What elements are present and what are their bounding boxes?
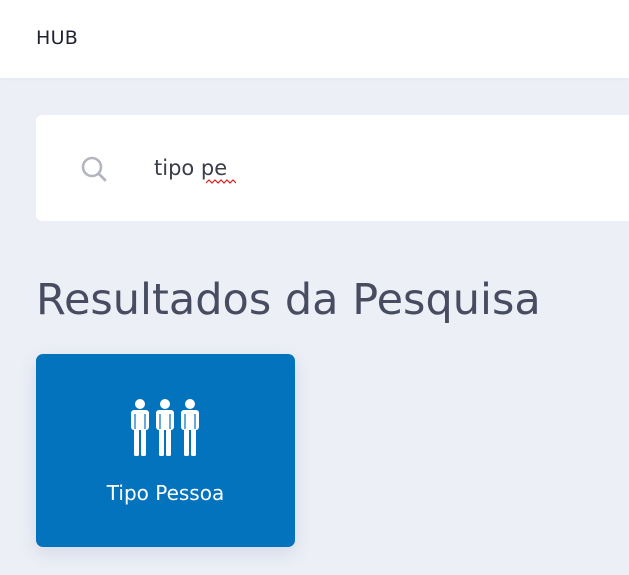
results-heading: Resultados da Pesquisa [36, 275, 541, 325]
search-box[interactable] [36, 115, 629, 221]
app-title: HUB [36, 27, 79, 49]
top-bar: HUB [0, 0, 629, 78]
people-group-icon [131, 399, 199, 456]
result-card-label: Tipo Pessoa [106, 481, 225, 505]
spellcheck-underline [206, 179, 236, 184]
result-card-tipo-pessoa[interactable]: Tipo Pessoa [36, 354, 295, 547]
search-icon [81, 156, 107, 182]
